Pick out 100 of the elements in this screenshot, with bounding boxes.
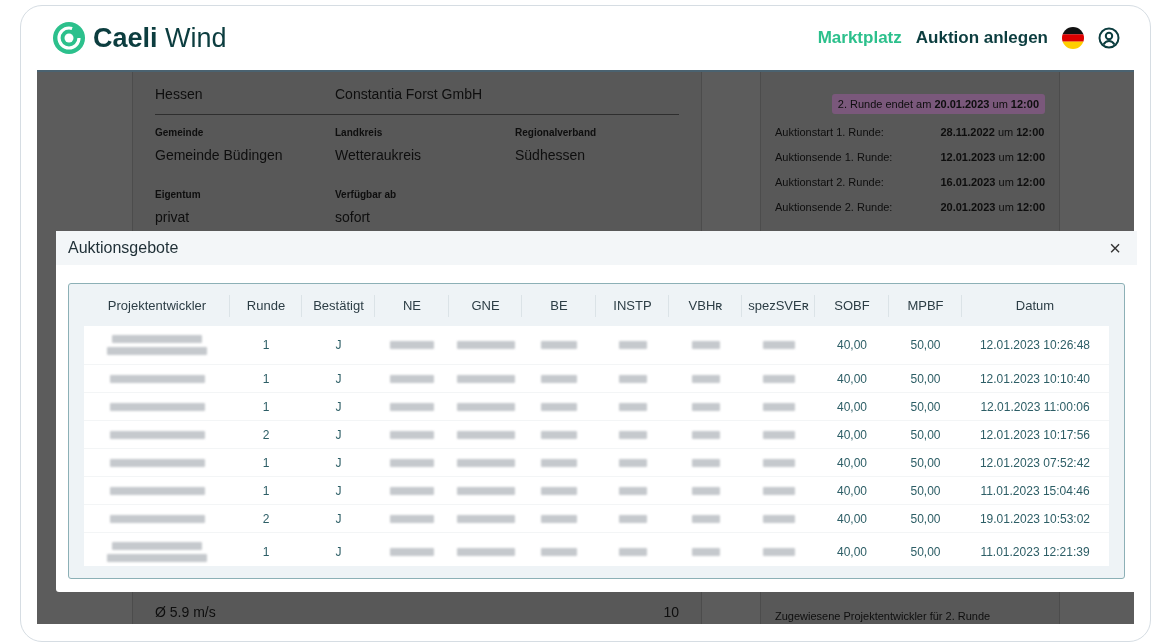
redacted-text [762, 374, 795, 383]
redacted-text [691, 486, 720, 495]
redacted-text [762, 486, 795, 495]
column-header: Runde [230, 284, 302, 326]
redacted-text [762, 458, 795, 467]
user-icon[interactable] [1098, 27, 1120, 49]
table-cell: J [335, 338, 342, 352]
round-end-badge: 2. Runde endet am 20.01.2023 um 12:00 [831, 94, 1045, 114]
schedule-value: 28.11.2022 um 12:00 [940, 126, 1045, 138]
redacted-text [541, 548, 577, 556]
redacted-text [390, 514, 434, 523]
field-value: Ø 5.9 m/s [155, 604, 216, 620]
table-cell: 50,00 [910, 545, 941, 559]
redacted-text [456, 548, 515, 556]
table-cell: 40,00 [837, 399, 867, 414]
redacted-text [456, 430, 515, 439]
table-cell: 12.01.2023 10:10:40 [979, 371, 1091, 386]
nav-link[interactable]: Auktion anlegen [915, 28, 1048, 48]
table-cell: J [335, 371, 342, 386]
schedule-label: Auktionsende 1. Runde: [775, 151, 894, 163]
redacted-text [762, 514, 795, 523]
redacted-text [691, 402, 720, 411]
field-label: Gemeinde [155, 127, 205, 138]
logo-icon [53, 22, 85, 54]
column-header: Bestätigt [302, 284, 375, 326]
table-cell: 50,00 [910, 483, 941, 498]
field-value: Südhessen [515, 147, 587, 163]
table-cell: 12.01.2023 07:52:42 [979, 455, 1091, 470]
column-header: Datum [1014, 296, 1056, 315]
table-cell: 11.01.2023 15:04:46 [980, 483, 1090, 498]
field-value: Wetteraukreis [335, 147, 423, 163]
redacted-text [691, 514, 720, 523]
redacted-text [390, 458, 434, 467]
field-value: sofort [335, 209, 371, 225]
redacted-text [390, 374, 434, 383]
table-cell: J [335, 545, 342, 559]
table-cell: J [335, 511, 342, 526]
column-header: BE [522, 284, 596, 326]
table-cell: 12.01.2023 10:17:56 [979, 427, 1091, 442]
table-cell: 50,00 [910, 338, 941, 352]
table-cell: 40,00 [837, 511, 867, 526]
redacted-text [618, 514, 647, 523]
redacted-text [541, 374, 577, 383]
schedule-value: 12.01.2023 um 12:00 [940, 151, 1045, 163]
redacted-text [618, 548, 647, 556]
table-cell: 40,00 [837, 545, 867, 559]
column-header: NE [375, 284, 449, 326]
table-cell: J [335, 427, 342, 442]
redacted-text [618, 430, 647, 439]
schedule-value: 16.01.2023 um 12:00 [940, 176, 1045, 188]
table-cell: 1 [262, 399, 270, 414]
table-cell: 50,00 [910, 511, 941, 526]
assigned-developers-title: Zugewiesene Projektentwickler für 2. Runde [775, 610, 992, 624]
column-header: SOBF [815, 284, 889, 326]
column-header: spezSVEʀ [742, 284, 815, 326]
table-cell: 50,00 [910, 399, 941, 414]
table-cell: 40,00 [837, 338, 867, 352]
table-cell: 40,00 [837, 455, 867, 470]
redacted-text [618, 486, 647, 495]
table-cell: 12.01.2023 11:00:06 [980, 399, 1090, 414]
redacted-text [456, 458, 515, 467]
redacted-text [618, 341, 647, 349]
table-cell: J [335, 455, 342, 470]
schedule-label: Auktionsende 2. Runde: [775, 201, 894, 213]
table-cell: J [335, 483, 342, 498]
schedule-label: Auktionstart 1. Runde: [775, 126, 885, 138]
table-cell: 40,00 [837, 427, 867, 442]
field-value: Constantia Forst GmbH [335, 86, 484, 102]
table-cell: 11.01.2023 12:21:39 [980, 545, 1090, 559]
table-cell: 40,00 [837, 371, 867, 386]
redacted-text [691, 341, 720, 349]
german-flag-icon[interactable] [1062, 27, 1084, 49]
field-label: Regionalverband [515, 127, 598, 138]
field-value: Gemeinde Büdingen [155, 147, 284, 163]
table-cell: 50,00 [910, 427, 941, 442]
redacted-text [541, 430, 577, 439]
table-cell: 2 [262, 511, 270, 526]
redacted-text [541, 514, 577, 523]
redacted-text [456, 374, 515, 383]
logo-text: Caeli Wind [93, 22, 227, 54]
table-cell: 1 [262, 338, 270, 352]
table-cell: 50,00 [910, 455, 941, 470]
table-cell: 1 [262, 545, 270, 559]
table-cell: J [335, 399, 342, 414]
field-value: privat [155, 209, 191, 225]
table-cell: 40,00 [837, 483, 867, 498]
field-label: Landkreis [335, 127, 384, 138]
field-value: 10 [663, 604, 679, 620]
dialog-title: Auktionsgebote [68, 239, 179, 257]
redacted-text [456, 514, 515, 523]
redacted-text [762, 430, 795, 439]
close-button[interactable]: × [1105, 236, 1125, 260]
redacted-text [390, 548, 434, 556]
redacted-text [390, 341, 434, 349]
table-cell: 12.01.2023 10:26:48 [979, 338, 1091, 352]
field-label: Verfügbar ab [335, 189, 398, 200]
redacted-text [618, 374, 647, 383]
table-cell: 1 [262, 455, 270, 470]
redacted-text [456, 341, 515, 349]
redacted-text [618, 458, 647, 467]
